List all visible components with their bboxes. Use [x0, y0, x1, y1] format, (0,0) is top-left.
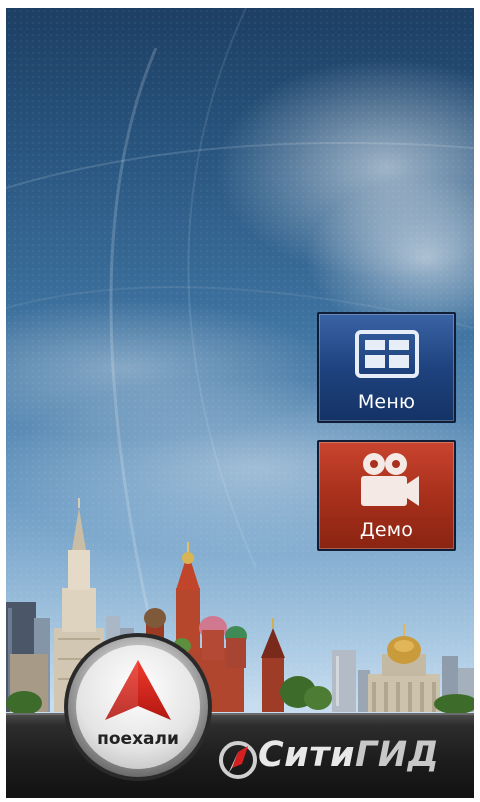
logo-text-part2: ГИД: [355, 735, 440, 775]
go-button-label: поехали: [97, 729, 179, 749]
logo-text-part1: Сити: [258, 735, 356, 775]
menu-button[interactable]: Меню: [317, 312, 456, 423]
menu-button-label: Меню: [357, 391, 416, 413]
app-logo-text: СитиГИД: [258, 735, 439, 775]
navigation-arrow-icon: [64, 633, 212, 781]
demo-button-label: Демо: [359, 519, 414, 541]
compass-icon: [219, 741, 257, 779]
app-logo: СитиГИД: [214, 734, 468, 784]
go-button[interactable]: поехали: [63, 632, 213, 782]
demo-button[interactable]: Демо: [317, 440, 456, 551]
